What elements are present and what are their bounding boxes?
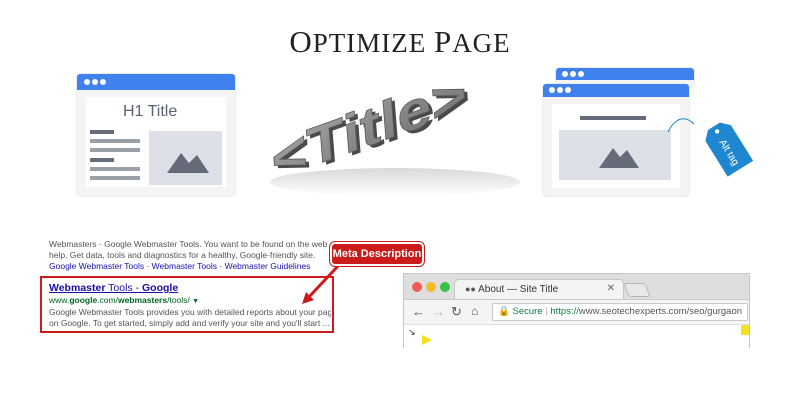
- meta-description-label: Meta Description: [329, 241, 425, 267]
- title-tag-graphic: <Title> <Title>: [255, 61, 520, 200]
- home-icon[interactable]: ⌂: [471, 304, 478, 318]
- text-line: [580, 116, 646, 120]
- secure-label: Secure: [512, 306, 543, 317]
- window-dot-icon: [557, 87, 563, 93]
- heading-cap-1: O: [289, 24, 313, 59]
- page-heading: OPTIMIZE PAGE: [0, 24, 800, 60]
- yellow-marker-icon: [422, 335, 432, 345]
- url-text: www.seotechexperts.com/seo/gurgaon: [578, 306, 743, 317]
- serp-title-part[interactable]: Tools -: [105, 282, 142, 294]
- text-line: [90, 158, 114, 162]
- serp-snippet: Webmasters · Google Webmaster Tools. You…: [49, 239, 339, 272]
- resize-arrow-icon: ↘: [408, 327, 416, 337]
- serp-title-part[interactable]: Webmaster: [49, 282, 105, 294]
- serp-result-url: www.google.com/webmasters/tools/ ▼: [49, 295, 333, 307]
- tab-active[interactable]: ●● About — Site Title ✕: [454, 279, 624, 299]
- serp-text-line: help. Get data, tools and diagnostics fo…: [49, 250, 316, 260]
- card-titlebar: [543, 84, 689, 97]
- url-part: .com/: [97, 295, 118, 305]
- window-dot-icon: [565, 87, 571, 93]
- text-line: [90, 167, 140, 171]
- separator: |: [545, 306, 548, 317]
- url-part: google: [69, 295, 98, 305]
- yellow-marker-icon: [741, 325, 749, 335]
- window-dot-icon: [562, 71, 568, 77]
- serp-result: Webmaster Tools - Google www.google.com/…: [49, 282, 333, 329]
- browser-window: ●● About — Site Title ✕ ← → ↻ ⌂ 🔒 Secure…: [403, 273, 750, 349]
- serp-title-part[interactable]: Google: [142, 282, 178, 294]
- card-content: H1 Title: [86, 97, 226, 187]
- text-line: [90, 176, 140, 180]
- url-scheme: https://: [550, 306, 579, 317]
- callout-arrow-icon: [298, 262, 344, 308]
- window-dot-icon: [578, 71, 584, 77]
- tab-close-icon[interactable]: ✕: [607, 283, 615, 294]
- forward-arrow-icon[interactable]: →: [432, 304, 445, 319]
- lock-icon[interactable]: 🔒: [498, 306, 510, 317]
- url-part: webmasters: [117, 295, 168, 305]
- url-part: www.: [49, 295, 70, 305]
- close-window-icon[interactable]: [412, 282, 422, 292]
- card-titlebar: [77, 74, 235, 90]
- browser-toolbar: ← → ↻ ⌂ 🔒 Secure | https://www.seotechex…: [404, 299, 749, 324]
- back-arrow-icon[interactable]: ←: [412, 304, 425, 319]
- text-line: [90, 139, 140, 143]
- serp-result-description: on Google. To get started, simply add an…: [49, 318, 330, 328]
- image-placeholder-icon: [559, 130, 671, 180]
- heading-word-2: AGE: [452, 28, 511, 58]
- image-placeholder-icon: [149, 131, 222, 185]
- window-dot-icon: [92, 79, 98, 85]
- text-line: [90, 148, 140, 152]
- h1-browser-card: H1 Title: [77, 74, 235, 196]
- window-dot-icon: [570, 71, 576, 77]
- maximize-window-icon[interactable]: [440, 282, 450, 292]
- card-content: [552, 104, 680, 188]
- address-bar[interactable]: 🔒 Secure | https://www.seotechexperts.co…: [492, 303, 748, 321]
- h1-title-text: H1 Title: [123, 103, 178, 120]
- card-titlebar: [556, 68, 694, 80]
- dropdown-arrow-icon[interactable]: ▼: [192, 298, 199, 305]
- reload-icon[interactable]: ↻: [451, 304, 462, 320]
- minimize-window-icon[interactable]: [426, 282, 436, 292]
- heading-cap-2: P: [433, 24, 453, 59]
- tab-title: About — Site Title: [478, 284, 559, 295]
- serp-text-line: Webmasters · Google Webmaster Tools. You…: [49, 239, 327, 249]
- alt-tag-browser-card: [543, 84, 689, 196]
- heading-word-1: PTIMIZE: [312, 28, 427, 58]
- text-line: [90, 130, 114, 134]
- url-part: /tools/: [167, 295, 190, 305]
- new-tab-button[interactable]: [623, 283, 651, 297]
- serp-sitelinks[interactable]: Google Webmaster Tools · Webmaster Tools…: [49, 261, 339, 272]
- serp-result-title[interactable]: Webmaster Tools - Google: [49, 282, 333, 295]
- window-dot-icon: [549, 87, 555, 93]
- glasses-favicon-icon: ●●: [465, 284, 476, 294]
- window-dot-icon: [100, 79, 106, 85]
- browser-page-area: ↘: [404, 325, 749, 349]
- window-dot-icon: [84, 79, 90, 85]
- alt-tag-icon: Alt tag: [688, 118, 754, 180]
- serp-result-description: Google Webmaster Tools provides you with…: [49, 307, 331, 317]
